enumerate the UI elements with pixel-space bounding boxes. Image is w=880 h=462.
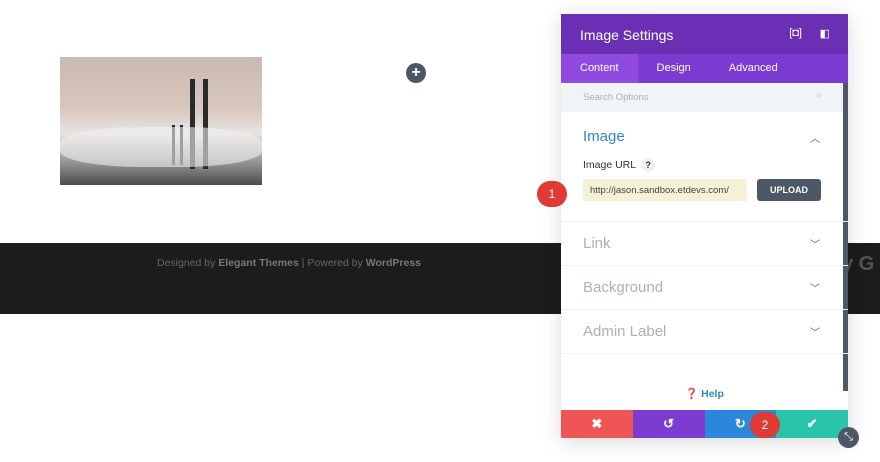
action-bar: ✖ ↺ ↻ ✔ — [561, 410, 848, 438]
image-url-label: Image URL — [583, 159, 637, 171]
tab-design[interactable]: Design — [638, 54, 710, 83]
bridge-image[interactable] — [60, 57, 262, 185]
section-title: Link — [583, 235, 611, 252]
help-icon: ❓ — [685, 388, 699, 400]
modal-tabs: Content Design Advanced — [561, 54, 848, 83]
chevron-down-icon: ﹀ — [810, 284, 820, 295]
search-icon: ⌕ — [816, 90, 822, 101]
undo-button[interactable]: ↺ — [632, 410, 705, 438]
add-module-button[interactable]: + — [406, 63, 426, 83]
split-view-icon[interactable]: ◧ — [820, 27, 830, 40]
fullscreen-icon[interactable]: [◘] — [789, 27, 802, 39]
section-background[interactable]: Background ﹀ — [561, 266, 848, 310]
tab-content[interactable]: Content — [561, 54, 638, 83]
annotation-badge-1: 1 — [537, 181, 567, 207]
search-input[interactable]: Search Options ⌕ — [561, 83, 848, 112]
chevron-up-icon[interactable]: ︿ — [810, 130, 820, 145]
modal-header: Image Settings [◘] ◧ — [561, 14, 848, 54]
section-image-toggle[interactable]: Image — [583, 112, 826, 162]
image-settings-modal: Image Settings [◘] ◧ Content Design Adva… — [561, 14, 848, 438]
modal-title: Image Settings — [580, 27, 674, 43]
footer-platform-link[interactable]: WordPress — [366, 257, 421, 269]
footer-brand-link[interactable]: Elegant Themes — [218, 257, 299, 269]
image-url-input[interactable]: http://jason.sandbox.etdevs.com/ — [583, 179, 747, 201]
upload-button[interactable]: UPLOAD — [757, 179, 821, 201]
section-image: Image ︿ Image URL? http://jason.sandbox.… — [561, 112, 848, 222]
cancel-button[interactable]: ✖ — [561, 410, 633, 438]
chevron-down-icon: ﹀ — [810, 328, 820, 339]
section-title: Background — [583, 279, 664, 296]
tab-advanced[interactable]: Advanced — [710, 54, 797, 83]
footer-credits: Designed by Elegant Themes | Powered by … — [157, 257, 421, 269]
save-button[interactable]: ✔ — [776, 410, 848, 438]
help-link[interactable]: ❓ Help — [561, 387, 848, 400]
footer-sep: | Powered by — [298, 257, 366, 269]
section-title: Admin Label — [583, 323, 667, 340]
resize-handle-icon[interactable]: ⤡ — [838, 427, 859, 448]
section-admin-label[interactable]: Admin Label ﹀ — [561, 310, 848, 354]
section-link[interactable]: Link ﹀ — [561, 222, 848, 266]
search-placeholder: Search Options — [583, 92, 649, 103]
help-question-icon[interactable]: ? — [641, 158, 656, 172]
help-label: Help — [701, 388, 724, 400]
chevron-down-icon: ﹀ — [810, 240, 820, 251]
footer-prefix: Designed by — [157, 257, 219, 269]
annotation-badge-2: 2 — [750, 412, 780, 438]
